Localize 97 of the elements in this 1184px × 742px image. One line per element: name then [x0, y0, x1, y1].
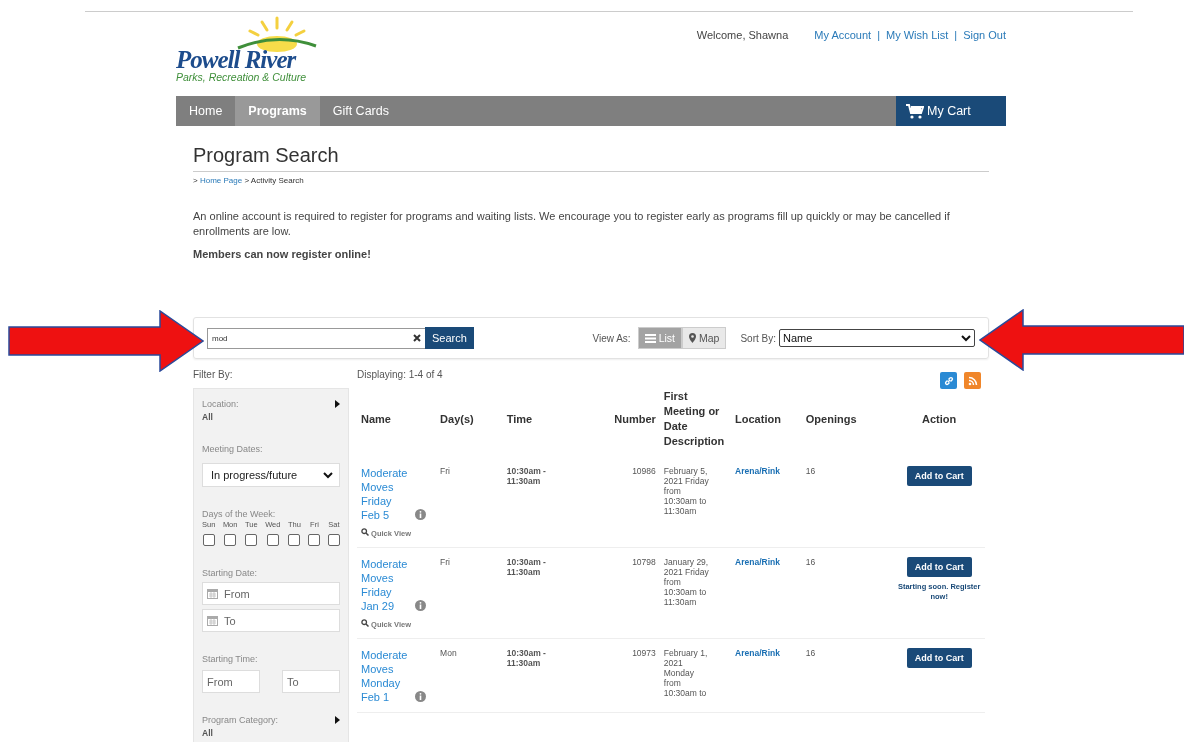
filter-title: Location:: [202, 399, 239, 409]
calendar-icon: [207, 588, 218, 599]
expand-arrow-icon: [335, 400, 340, 408]
column-header: First Meeting or Date Description: [662, 389, 726, 449]
breadcrumb: > Home Page > Activity Search: [193, 176, 305, 185]
table-cell: 10798: [632, 557, 656, 567]
column-header: Action: [921, 411, 958, 427]
sort-by-label: Sort By:: [740, 332, 776, 344]
chevron-icon: [961, 334, 971, 342]
column-header: Location: [734, 411, 782, 427]
table-cell-text: January 29, 2021 Friday from 10:30am to 11:30am: [663, 557, 710, 607]
account-link[interactable]: My Account: [814, 29, 872, 41]
column-header: Openings: [804, 411, 858, 427]
page-title: Program Search: [193, 144, 989, 172]
program-link[interactable]: Moderate Moves Friday Jan 29: [361, 557, 411, 613]
calendar-icon: [207, 615, 218, 626]
filter-title: Program Category:: [202, 715, 279, 725]
intro-text: An online account is required to register for programs and waiting lists. We encourage you to register early as programs fill up quickly or may be cancelled if enrollments are low.: [193, 209, 951, 239]
clear-icon[interactable]: [413, 334, 421, 342]
filter-value: All: [202, 412, 214, 422]
day-checkbox[interactable]: [327, 534, 340, 546]
table-cell-text: February 5, 2021 Friday from 10:30am to 11:30am: [663, 466, 710, 516]
location-link[interactable]: Arena/Rink: [735, 648, 780, 658]
search-icon: [361, 528, 369, 536]
table-cell: 10973: [632, 648, 656, 658]
table-cell: 16: [805, 648, 816, 658]
account-link[interactable]: Sign Out: [963, 29, 1006, 41]
members-note: Members can now register online!: [193, 248, 372, 260]
logo-subtitle: Parks, Recreation & Culture: [176, 71, 308, 83]
time-field[interactable]: To: [282, 670, 340, 693]
cart-button[interactable]: My Cart: [896, 96, 1006, 126]
expand-arrow-icon: [335, 716, 340, 724]
nav-tab[interactable]: Gift Cards: [319, 96, 402, 126]
table-cell: 10986: [632, 466, 656, 476]
meeting-dates-select[interactable]: In progress/future: [202, 463, 340, 487]
location-link[interactable]: Arena/Rink: [735, 466, 780, 476]
filter-title: Days of the Week:: [202, 509, 277, 519]
separator: |: [954, 29, 958, 41]
filter-expander[interactable]: Program Category: All: [202, 715, 340, 738]
time-field[interactable]: From: [202, 670, 260, 693]
cart-icon: [906, 103, 924, 119]
day-checkbox[interactable]: [202, 534, 215, 546]
search-icon: [361, 619, 369, 627]
column-header: Day(s): [439, 411, 475, 427]
date-field[interactable]: To: [202, 609, 340, 632]
breadcrumb-link[interactable]: Home Page: [199, 176, 243, 185]
add-to-cart-button[interactable]: Add to Cart: [906, 557, 972, 577]
logo[interactable]: Powell River Parks, Recreation & Culture: [176, 12, 326, 96]
day-checkbox[interactable]: [266, 534, 279, 546]
day-checkbox[interactable]: [308, 534, 321, 546]
column-header: Time: [505, 411, 534, 427]
sort-select[interactable]: Name: [779, 329, 975, 347]
chevron-icon: [323, 471, 333, 479]
column-header: Number: [613, 411, 657, 427]
program-link[interactable]: Moderate Moves Friday Feb 5: [361, 466, 411, 522]
results-count: Displaying: 1-4 of 4: [357, 369, 443, 380]
table-cell-text: 10:30am - 11:30am: [506, 557, 547, 577]
table-cell: Fri: [440, 557, 450, 567]
table-cell: 16: [805, 466, 816, 476]
column-header: Name: [360, 411, 392, 427]
search-field[interactable]: mod: [207, 327, 425, 349]
table-cell: Fri: [440, 466, 450, 476]
info-icon[interactable]: [415, 600, 426, 611]
day-checkbox[interactable]: [245, 534, 258, 546]
logo-title: Powell River: [176, 46, 298, 73]
nav-tab[interactable]: Programs: [235, 96, 320, 126]
table-cell-text: February 1, 2021 Monday from 10:30am to: [663, 648, 709, 698]
view-toggle[interactable]: Map: [682, 327, 727, 349]
rss-icon[interactable]: [964, 372, 981, 389]
info-icon[interactable]: [415, 509, 426, 520]
program-link[interactable]: Moderate Moves Monday Feb 1: [361, 648, 411, 704]
map-pin-icon: [689, 333, 696, 343]
filter-expander[interactable]: Location: All: [202, 399, 340, 422]
table-cell-text: 10:30am - 11:30am: [506, 466, 547, 486]
account-link[interactable]: My Wish List: [886, 29, 949, 41]
day-checkbox[interactable]: [288, 534, 301, 546]
table-cell: 16: [805, 557, 816, 567]
filter-title: Meeting Dates:: [202, 444, 264, 454]
table-cell: Mon: [440, 648, 457, 658]
nav-tab[interactable]: Home: [176, 96, 236, 126]
view-as-label: View As:: [592, 332, 631, 344]
location-link[interactable]: Arena/Rink: [735, 557, 780, 567]
list-icon: [644, 333, 656, 343]
filter-value: All: [202, 728, 214, 738]
link-icon[interactable]: [940, 372, 957, 389]
day-checkbox[interactable]: [224, 534, 237, 546]
table-cell-text: 10:30am - 11:30am: [506, 648, 547, 668]
add-to-cart-button[interactable]: Add to Cart: [906, 466, 972, 486]
separator: |: [877, 29, 880, 41]
add-to-cart-button[interactable]: Add to Cart: [906, 648, 972, 668]
filter-title: Starting Time:: [202, 654, 259, 664]
filter-title: Starting Date:: [202, 568, 259, 578]
search-button[interactable]: Search: [425, 327, 474, 349]
date-field[interactable]: From: [202, 582, 340, 605]
filter-label: Filter By:: [193, 369, 234, 382]
welcome-text: Welcome, Shawna: [696, 29, 789, 41]
info-icon[interactable]: [415, 691, 426, 702]
